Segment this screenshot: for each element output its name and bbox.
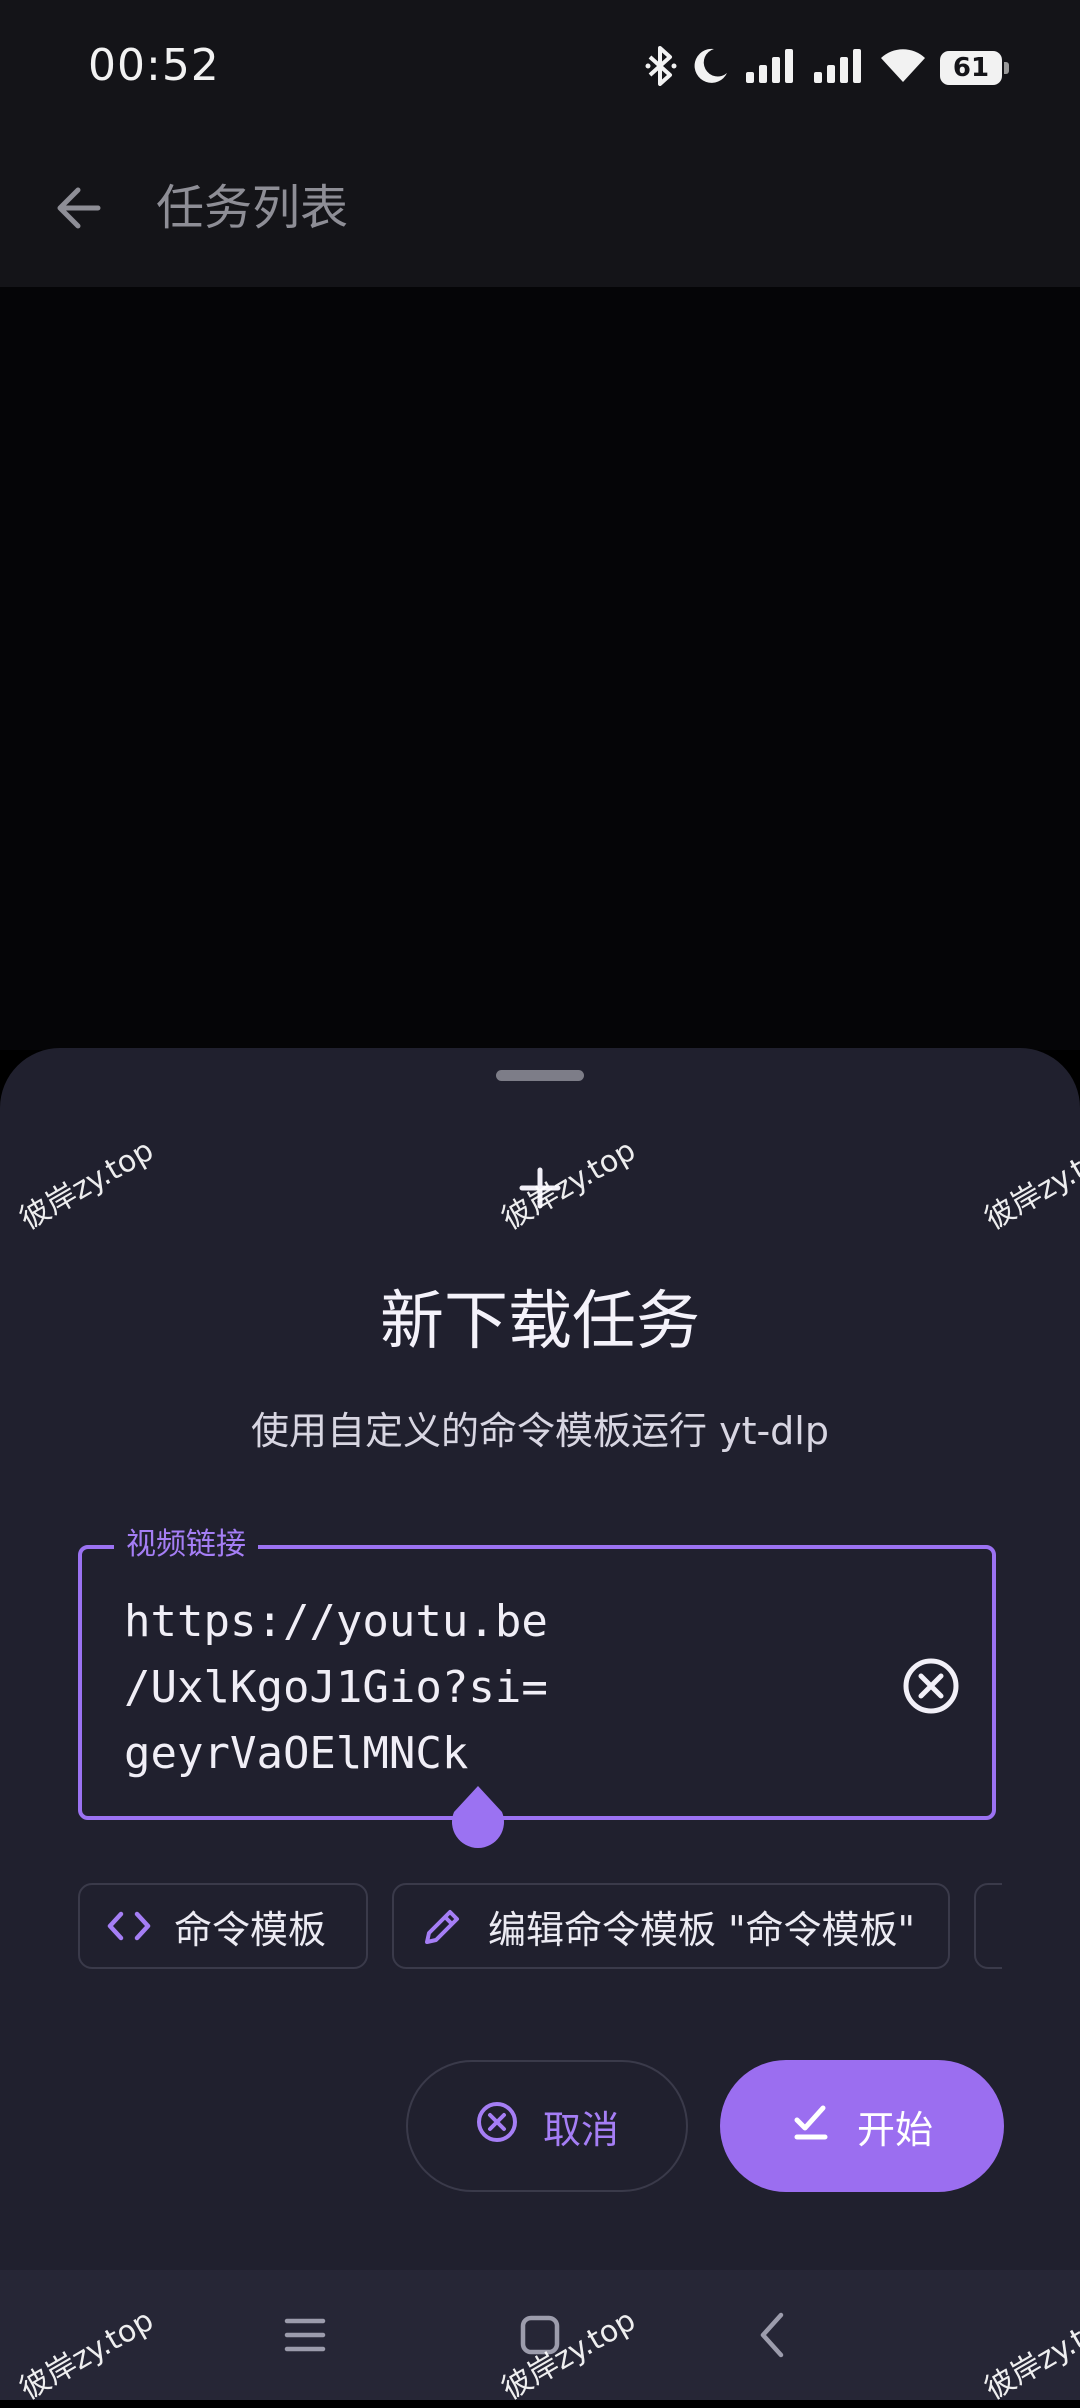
cancel-icon — [475, 2100, 519, 2153]
start-label: 开始 — [856, 2107, 933, 2152]
chip-row: 命令模板 编辑命令模板 "命令模板" — [78, 1883, 1002, 1971]
status-icons: 61 — [644, 46, 1009, 90]
pencil-icon — [420, 1903, 466, 1949]
chip-command-template-label: 命令模板 — [174, 1907, 327, 1952]
cancel-label: 取消 — [542, 2107, 619, 2152]
code-icon — [106, 1903, 152, 1949]
page-title: 任务列表 — [156, 180, 349, 236]
video-url-field[interactable]: 视频链接 https://youtu.be /UxlKgoJ1Gio?si= g… — [78, 1525, 996, 1820]
drag-handle[interactable] — [496, 1070, 584, 1081]
sheet-scrim[interactable] — [0, 287, 1080, 1050]
app-bar: 任务列表 — [0, 130, 1080, 287]
text-cursor-handle[interactable] — [450, 1786, 506, 1850]
clear-icon[interactable] — [898, 1653, 964, 1719]
new-download-sheet: 新下载任务 使用自定义的命令模板运行 yt-dlp 视频链接 https://y… — [0, 1048, 1080, 2270]
chip-command-template[interactable]: 命令模板 — [78, 1883, 368, 1969]
home-icon[interactable] — [505, 2300, 575, 2370]
back-arrow-icon[interactable] — [48, 170, 108, 246]
system-nav-bar — [0, 2270, 1080, 2400]
video-url-label: 视频链接 — [114, 1525, 258, 1565]
battery-indicator: 61 — [940, 51, 1009, 85]
start-button[interactable]: 开始 — [720, 2060, 1004, 2192]
signal-icon — [812, 48, 866, 88]
bluetooth-icon — [644, 46, 678, 90]
moon-icon — [692, 46, 730, 90]
menu-icon[interactable] — [270, 2300, 340, 2370]
video-url-input[interactable]: https://youtu.be /UxlKgoJ1Gio?si= geyrVa… — [124, 1589, 844, 1787]
nav-back-icon[interactable] — [738, 2300, 808, 2370]
wifi-icon — [880, 48, 926, 88]
plus-icon — [510, 1158, 570, 1218]
sheet-title: 新下载任务 — [380, 1285, 700, 1359]
chip-more[interactable] — [974, 1883, 1002, 1969]
chip-edit-command-template[interactable]: 编辑命令模板 "命令模板" — [392, 1883, 950, 1969]
sheet-subtitle: 使用自定义的命令模板运行 yt-dlp — [251, 1409, 829, 1453]
cancel-button[interactable]: 取消 — [406, 2060, 688, 2192]
signal-icon — [744, 48, 798, 88]
status-bar: 00:52 61 — [0, 0, 1080, 130]
check-icon — [791, 2102, 831, 2151]
chip-edit-command-template-label: 编辑命令模板 "命令模板" — [488, 1907, 916, 1952]
status-time: 00:52 — [88, 40, 220, 91]
